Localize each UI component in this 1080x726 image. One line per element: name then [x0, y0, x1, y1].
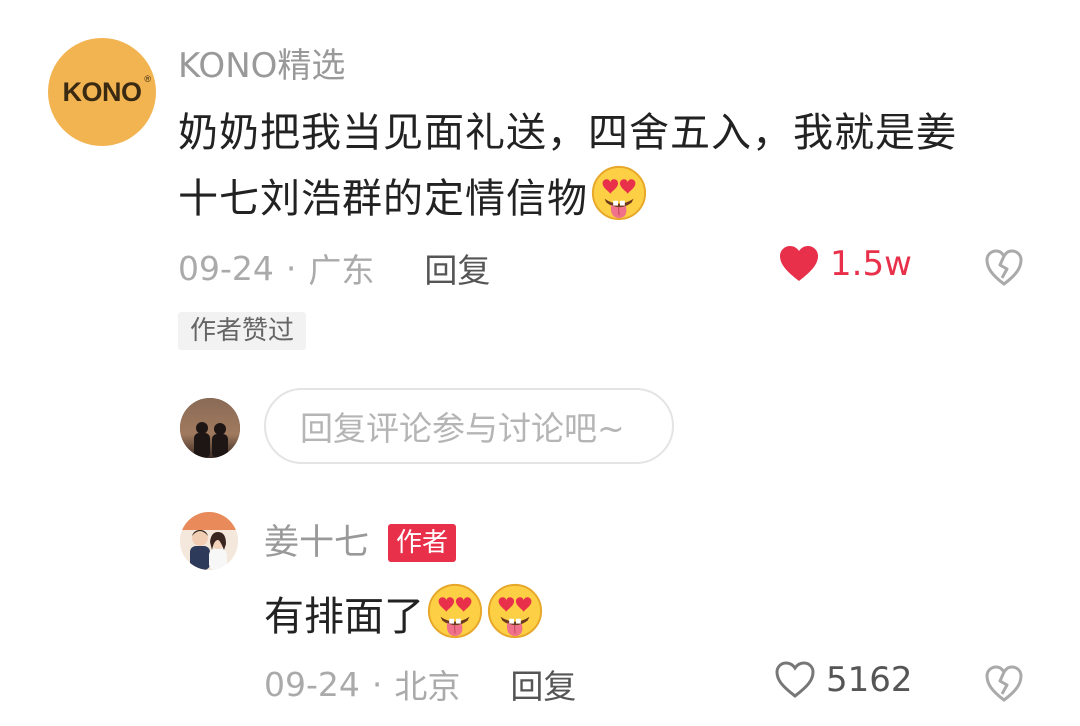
author-liked-badge: 作者赞过: [178, 312, 307, 350]
kono-logo: KONO ®: [62, 73, 152, 107]
heart-outline-icon: [775, 661, 815, 698]
reply-button[interactable]: 回复: [424, 244, 490, 292]
avatar-photo: [180, 398, 240, 458]
author-reply-like-button[interactable]: 5162: [774, 660, 913, 700]
author-badge: 作者: [388, 524, 457, 562]
heart-eyes-tongue-emoji-icon: [486, 582, 544, 640]
comment-text-line-1: 奶奶把我当见面礼送，四舍五入，我就是姜: [178, 110, 957, 156]
comment-text-line-2: 十七刘浩群的定情信物: [178, 164, 1038, 230]
heart-eyes-tongue-emoji-icon: [590, 164, 648, 222]
author-reply-text: 有排面了: [264, 582, 544, 647]
author-reply-meta: 09-24 · 北京 回复: [264, 660, 576, 708]
avatar[interactable]: KONO ®: [48, 38, 156, 146]
author-avatar-photo: [180, 512, 238, 570]
comment-username[interactable]: KONO精选: [178, 44, 345, 88]
broken-heart-icon[interactable]: [984, 248, 1024, 288]
like-button[interactable]: 1.5w: [778, 244, 912, 284]
comment-location: 广东: [308, 251, 375, 290]
author-username[interactable]: 姜十七: [264, 520, 369, 566]
author-reply-text-content: 有排面了: [264, 594, 424, 640]
like-count: 1.5w: [830, 244, 912, 284]
meta-separator: ·: [371, 664, 383, 704]
comment-text-line-2-text: 十七刘浩群的定情信物: [178, 176, 588, 222]
author-reply-like-count: 5162: [826, 660, 913, 700]
author-reply-button[interactable]: 回复: [510, 660, 576, 708]
my-avatar: [180, 398, 240, 458]
author-avatar[interactable]: [180, 512, 238, 570]
author-reply-location: 北京: [394, 667, 461, 706]
comment-date: 09-24: [178, 248, 274, 288]
comment-text: 奶奶把我当见面礼送，四舍五入，我就是姜 十七刘浩群的定情信物: [178, 102, 1038, 230]
reply-input[interactable]: 回复评论参与讨论吧~: [264, 388, 674, 464]
comment-meta: 09-24 · 广东 回复: [178, 244, 490, 292]
broken-heart-icon[interactable]: [984, 664, 1024, 704]
author-reply-date: 09-24: [264, 664, 360, 704]
meta-separator: ·: [285, 248, 297, 288]
heart-filled-icon: [780, 246, 818, 281]
heart-eyes-tongue-emoji-icon: [426, 582, 484, 640]
